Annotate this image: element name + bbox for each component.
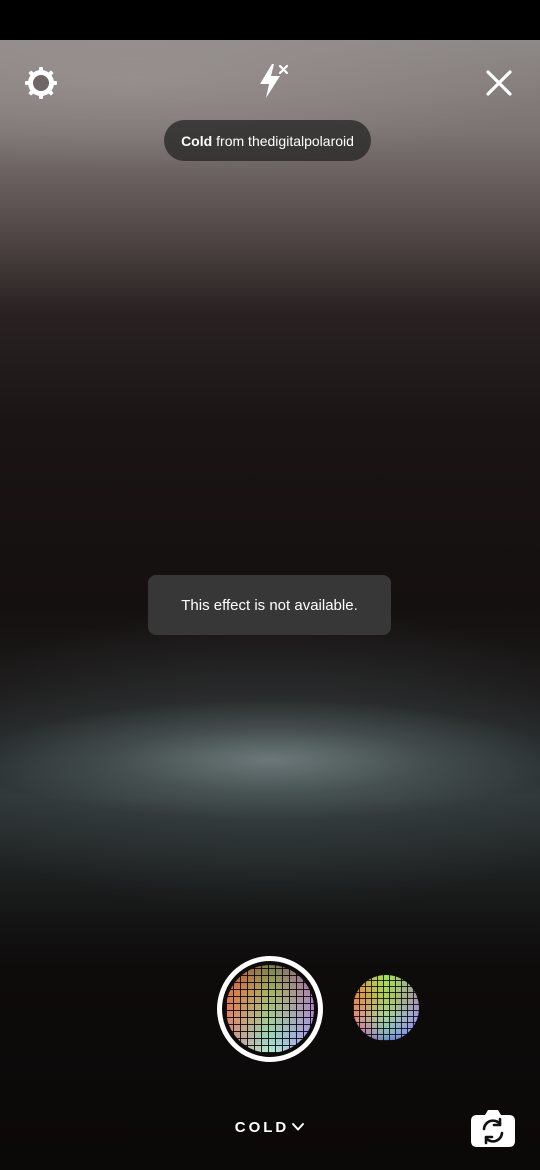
close-button[interactable]	[478, 62, 520, 104]
chevron-down-icon	[291, 1120, 305, 1134]
effect-name: Cold	[181, 132, 213, 149]
capture-button[interactable]	[217, 956, 323, 1062]
unavailable-toast: This effect is not available.	[148, 575, 391, 635]
flash-button[interactable]	[250, 60, 292, 102]
flip-camera-button[interactable]	[469, 1107, 517, 1149]
effect-thumbnail-next[interactable]	[353, 975, 419, 1041]
effect-attribution-pill[interactable]: Cold from thedigitalpolaroid	[164, 120, 371, 161]
effect-attribution: from thedigitalpolaroid	[216, 132, 354, 149]
effect-label-text: COLD	[234, 1118, 290, 1136]
effect-thumbnail-selected	[226, 965, 314, 1053]
status-bar	[0, 0, 540, 40]
effect-selector[interactable]: COLD	[220, 1114, 320, 1140]
flash-off-icon	[250, 60, 292, 102]
close-icon	[484, 68, 514, 98]
settings-gear-icon	[23, 65, 59, 101]
toast-message: This effect is not available.	[181, 596, 358, 614]
flip-camera-icon	[469, 1107, 517, 1149]
settings-button[interactable]	[20, 62, 62, 104]
